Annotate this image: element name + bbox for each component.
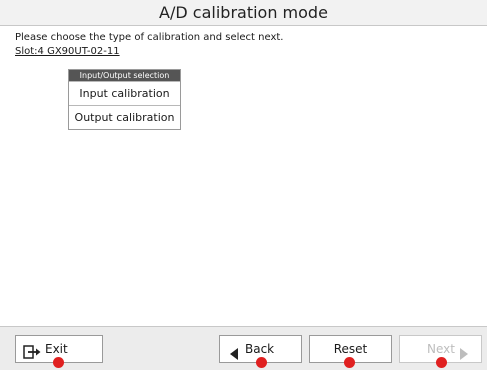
io-selection-panel: Input/Output selection Input calibration… [68,69,181,130]
io-selection-header: Input/Output selection [69,70,180,81]
input-calibration-option[interactable]: Input calibration [69,81,180,105]
exit-marker-dot [53,357,64,368]
bottom-toolbar: Exit Back Reset Next [0,326,487,370]
output-calibration-option[interactable]: Output calibration [69,105,180,129]
slot-info: Slot:4 GX90UT-02-11 [15,46,120,57]
page-title: A/D calibration mode [0,0,487,26]
next-marker-dot [436,357,447,368]
reset-label: Reset [333,342,368,356]
reset-marker-dot [344,357,355,368]
triangle-left-icon [230,343,238,369]
back-marker-dot [256,357,267,368]
triangle-right-icon [460,343,468,369]
exit-arrow-icon [23,342,41,368]
instruction-text: Please choose the type of calibration an… [15,32,284,43]
